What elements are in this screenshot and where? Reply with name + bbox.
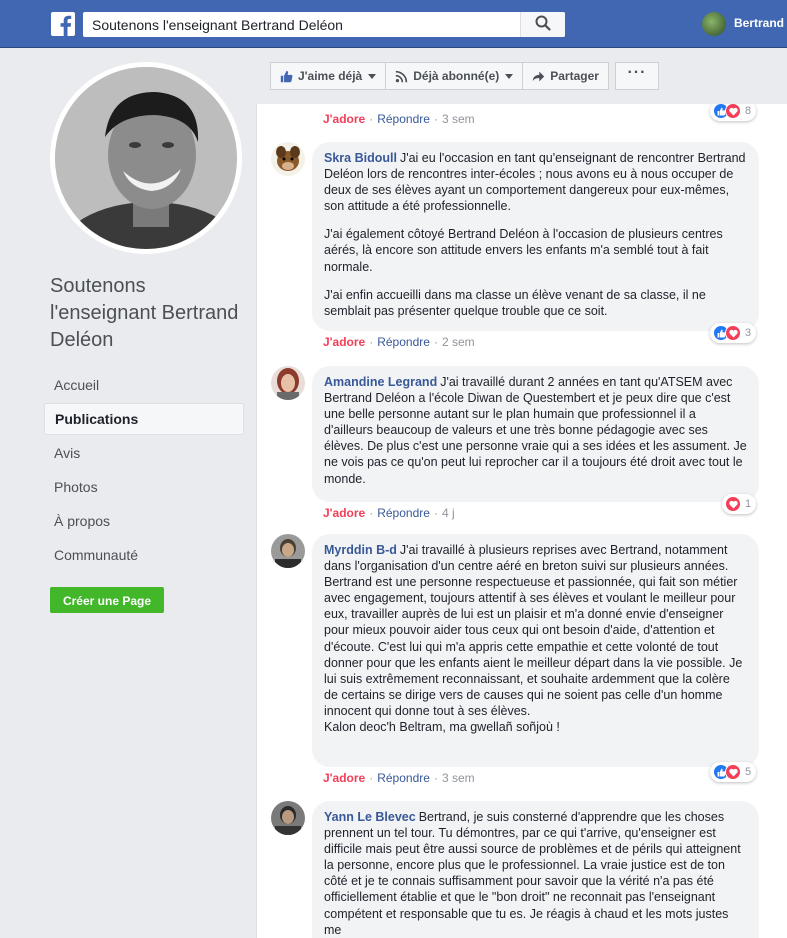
- rss-icon: [395, 70, 408, 83]
- page-nav: Accueil Publications Avis Photos À propo…: [44, 369, 244, 573]
- page-title[interactable]: Soutenons l'enseignant Bertrand Deléon: [50, 273, 250, 354]
- share-page-button[interactable]: Partager: [523, 62, 609, 90]
- user-name-link[interactable]: Bertrand: [734, 16, 784, 30]
- comment-text: J'ai enfin accueilli dans ma classe un é…: [324, 287, 706, 318]
- comment-bubble: Yann Le Blevec Bertrand, je suis constern…: [312, 801, 759, 938]
- search-icon: [535, 15, 551, 34]
- comment-bubble: Myrddin B-d J'ai travaillé à plusieurs re…: [312, 534, 759, 767]
- love-reaction-icon: [725, 496, 741, 512]
- chevron-down-icon: [505, 73, 514, 79]
- love-reaction-link[interactable]: J'adore: [323, 112, 365, 126]
- reaction-count: 5: [745, 766, 752, 778]
- reply-link[interactable]: Répondre: [377, 112, 430, 126]
- comment-actions: J'adore · Répondre · 3 sem: [323, 771, 475, 785]
- more-options-button[interactable]: ···: [614, 62, 659, 90]
- comment-author-link[interactable]: Myrddin B-d: [324, 543, 397, 557]
- comments-panel: J'adore · Répondre · 3 sem 8 Skra Bidoull J'a…: [256, 104, 787, 938]
- love-reaction-link[interactable]: J'adore: [323, 506, 365, 520]
- comment-actions: J'adore · Répondre · 2 sem: [323, 335, 475, 349]
- commenter-avatar[interactable]: [271, 366, 305, 400]
- comment-actions: J'adore · Répondre · 3 sem: [323, 112, 475, 126]
- follow-page-button[interactable]: Déjà abonné(e): [386, 62, 524, 90]
- reaction-count: 8: [745, 105, 752, 117]
- share-arrow-icon: [532, 70, 545, 83]
- like-page-button[interactable]: J'aime déjà: [270, 62, 387, 90]
- search-bar: Soutenons l'enseignant Bertrand Deléon: [83, 12, 565, 37]
- comment-bubble: Amandine Legrand J'ai travaillé durant 2 …: [312, 366, 759, 502]
- commenter-avatar[interactable]: [271, 801, 305, 835]
- facebook-logo-icon[interactable]: [51, 12, 75, 36]
- comment-text: Kalon deoc'h Beltram, ma gwellañ soñjoù …: [324, 720, 560, 735]
- reaction-summary[interactable]: 8: [710, 104, 757, 121]
- nav-item-communaute[interactable]: Communauté: [44, 539, 244, 571]
- nav-item-publications[interactable]: Publications: [44, 403, 244, 435]
- comment-time[interactable]: 4 j: [442, 506, 455, 520]
- love-reaction-link[interactable]: J'adore: [323, 771, 365, 785]
- comment-time[interactable]: 2 sem: [442, 335, 475, 349]
- follow-page-label: Déjà abonné(e): [413, 69, 500, 83]
- page-action-bar: J'aime déjà Déjà abonné(e) Partager ···: [256, 48, 787, 104]
- comment-time[interactable]: 3 sem: [442, 112, 475, 126]
- top-bar: Soutenons l'enseignant Bertrand Deléon B…: [0, 0, 787, 48]
- share-page-label: Partager: [550, 69, 599, 83]
- comment-author-link[interactable]: Amandine Legrand: [324, 375, 437, 389]
- search-button[interactable]: [520, 12, 565, 37]
- like-page-label: J'aime déjà: [298, 69, 363, 83]
- reaction-count: 1: [745, 498, 752, 510]
- comment-text: J'ai également côtoyé Bertrand Deléon à …: [324, 227, 723, 274]
- create-page-button[interactable]: Créer une Page: [50, 587, 164, 613]
- comment-author-link[interactable]: Skra Bidoull: [324, 151, 397, 165]
- chevron-down-icon: [368, 73, 377, 79]
- thumbs-up-icon: [280, 70, 293, 83]
- comment-text: J'ai travaillé durant 2 années en tant q…: [324, 375, 747, 486]
- reply-link[interactable]: Répondre: [377, 335, 430, 349]
- love-reaction-icon: [725, 764, 741, 780]
- page-profile-picture[interactable]: [50, 62, 242, 254]
- comment-actions: J'adore · Répondre · 4 j: [323, 506, 455, 520]
- commenter-avatar[interactable]: [271, 534, 305, 568]
- nav-item-photos[interactable]: Photos: [44, 471, 244, 503]
- nav-item-avis[interactable]: Avis: [44, 437, 244, 469]
- reaction-summary[interactable]: 3: [710, 323, 757, 343]
- commenter-avatar[interactable]: [271, 142, 305, 176]
- comment-bubble: Skra Bidoull J'ai eu l'occasion en tant q…: [312, 142, 759, 331]
- nav-item-accueil[interactable]: Accueil: [44, 369, 244, 401]
- comment-author-link[interactable]: Yann Le Blevec: [324, 810, 416, 824]
- love-reaction-link[interactable]: J'adore: [323, 335, 365, 349]
- love-reaction-icon: [725, 104, 741, 119]
- reply-link[interactable]: Répondre: [377, 771, 430, 785]
- search-input[interactable]: Soutenons l'enseignant Bertrand Deléon: [83, 17, 520, 33]
- comment-text: J'ai travaillé à plusieurs reprises avec…: [324, 543, 743, 718]
- reaction-summary[interactable]: 5: [710, 762, 757, 782]
- reaction-count: 3: [745, 327, 752, 339]
- love-reaction-icon: [725, 325, 741, 341]
- comment-time[interactable]: 3 sem: [442, 771, 475, 785]
- comment-text: Bertrand, je suis consterné d'apprendre …: [324, 810, 741, 937]
- nav-item-a-propos[interactable]: À propos: [44, 505, 244, 537]
- user-avatar[interactable]: [702, 12, 726, 36]
- reply-link[interactable]: Répondre: [377, 506, 430, 520]
- profile-photo: [55, 67, 237, 249]
- reaction-summary[interactable]: 1: [722, 494, 757, 514]
